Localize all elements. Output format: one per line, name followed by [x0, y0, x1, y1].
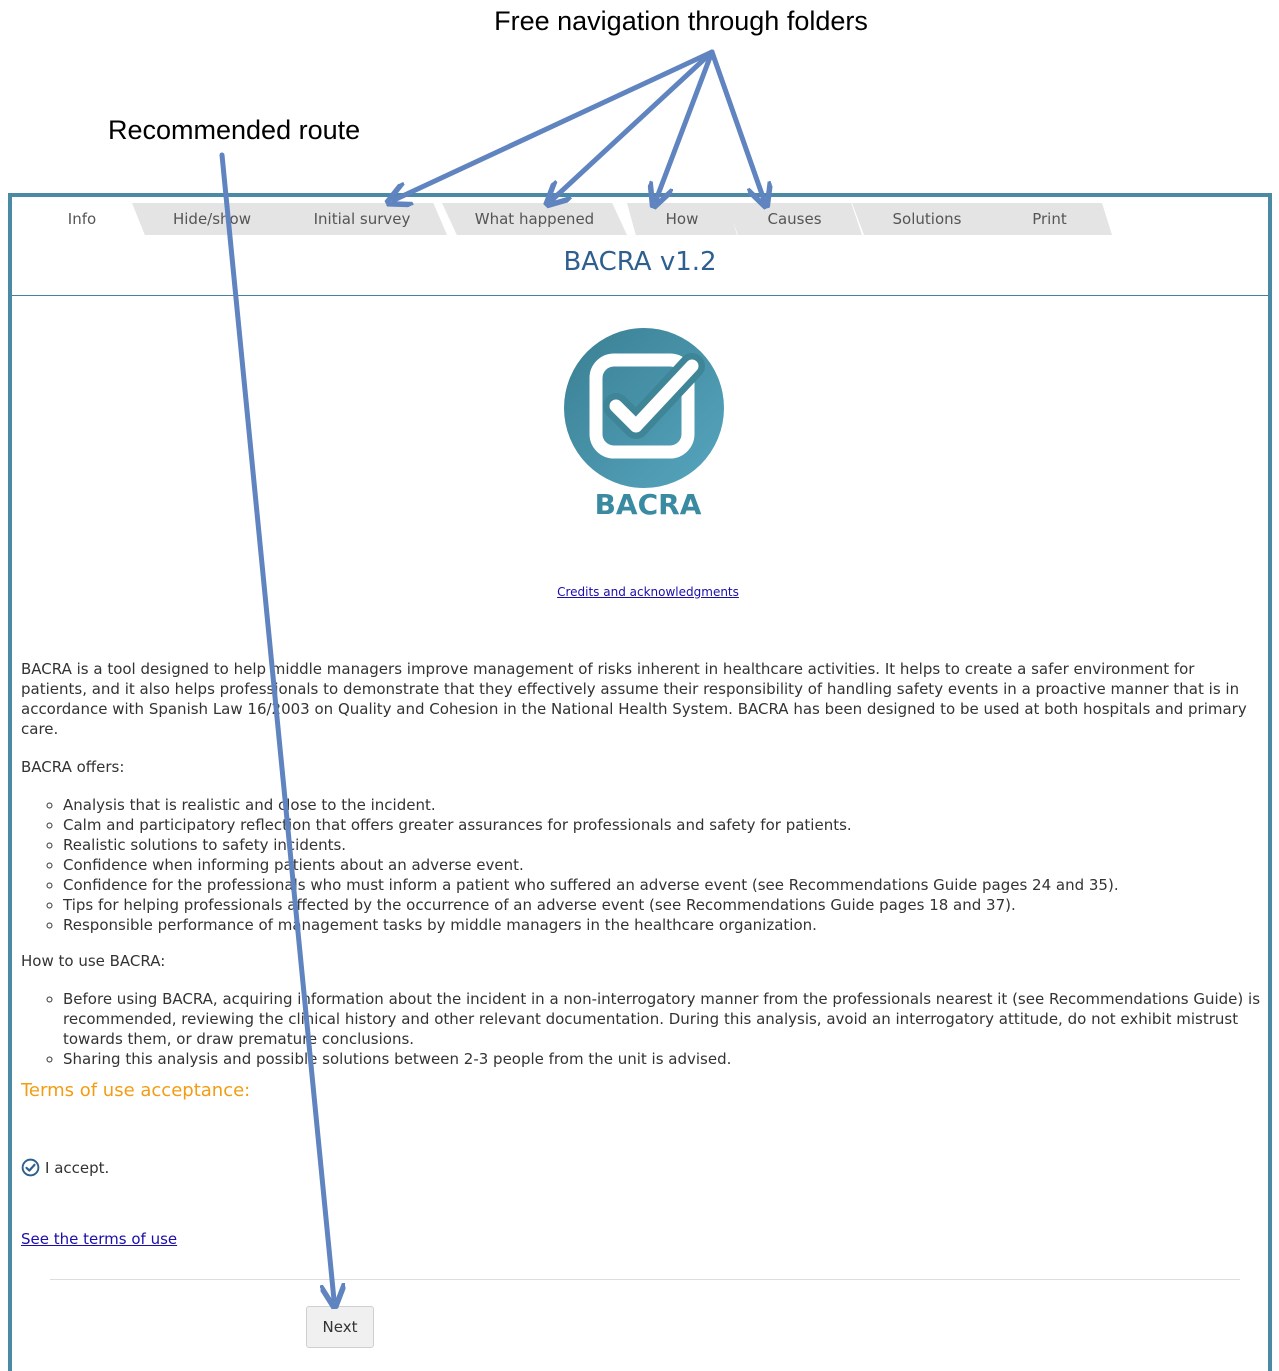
recommended-route-annotation: Recommended route	[108, 115, 361, 145]
free-navigation-annotation: Free navigation through folders	[494, 6, 868, 36]
arrow-to-causes	[709, 49, 764, 200]
list-item: Analysis that is realistic and close to …	[63, 795, 1261, 815]
list-item: Tips for helping professionals affected …	[63, 895, 1261, 915]
info-content: BACRA is a tool designed to help middle …	[21, 659, 1261, 1085]
list-item: Responsible performance of management ta…	[63, 915, 1261, 935]
list-item: Before using BACRA, acquiring informatio…	[63, 989, 1261, 1049]
tab-initial-survey[interactable]: Initial survey	[277, 203, 447, 235]
title-divider	[12, 295, 1268, 296]
list-item: Calm and participatory reflection that o…	[63, 815, 1261, 835]
tab-hide-show[interactable]: Hide/show	[132, 203, 292, 235]
tab-info[interactable]: Info	[12, 203, 152, 235]
list-item: Confidence for the professionals who mus…	[63, 875, 1261, 895]
next-button[interactable]: Next	[306, 1306, 374, 1348]
tab-label: What happened	[474, 210, 595, 228]
tab-label: Solutions	[892, 210, 962, 228]
intro-paragraph: BACRA is a tool designed to help middle …	[21, 660, 1247, 738]
tab-label: Info	[67, 210, 97, 228]
list-item: Sharing this analysis and possible solut…	[63, 1049, 1261, 1069]
logo-wordmark: BACRA	[594, 488, 702, 521]
tab-solutions[interactable]: Solutions	[852, 203, 1002, 235]
app-window: Info Hide/show Initial survey What happe…	[8, 193, 1272, 1371]
see-terms-link[interactable]: See the terms of use	[21, 1230, 177, 1248]
terms-heading: Terms of use acceptance:	[21, 1080, 251, 1101]
arrow-to-initial-survey	[394, 49, 715, 200]
howto-list: Before using BACRA, acquiring informatio…	[21, 989, 1261, 1069]
tab-label: Hide/show	[172, 210, 252, 228]
footer-divider	[50, 1279, 1240, 1280]
bacra-logo-icon	[564, 328, 724, 488]
tab-label: Print	[1032, 210, 1067, 228]
tab-bar: Info Hide/show Initial survey What happe…	[12, 203, 1132, 235]
offers-heading: BACRA offers:	[21, 758, 125, 776]
accept-label: I accept.	[45, 1158, 110, 1177]
checkbox-check-icon	[589, 353, 705, 459]
howto-heading: How to use BACRA:	[21, 952, 166, 970]
arrow-to-what-happened	[552, 49, 715, 200]
page-title: BACRA v1.2	[563, 247, 717, 277]
accept-checkbox[interactable]: I accept.	[21, 1158, 109, 1177]
tab-how[interactable]: How	[627, 203, 737, 235]
checked-circle-icon[interactable]	[21, 1158, 40, 1177]
list-item: Realistic solutions to safety incidents.	[63, 835, 1261, 855]
tab-causes[interactable]: Causes	[727, 203, 862, 235]
offers-list: Analysis that is realistic and close to …	[21, 795, 1261, 935]
credits-link[interactable]: Credits and acknowledgments	[12, 585, 1279, 599]
tab-print[interactable]: Print	[987, 203, 1112, 235]
arrow-to-how	[656, 49, 715, 200]
figure: Free navigation through folders Recommen…	[0, 0, 1279, 1371]
list-item: Confidence when informing patients about…	[63, 855, 1261, 875]
tab-label: Initial survey	[313, 210, 411, 228]
tab-what-happened[interactable]: What happened	[442, 203, 627, 235]
tab-label: Causes	[767, 210, 822, 228]
tab-label: How	[665, 210, 699, 228]
